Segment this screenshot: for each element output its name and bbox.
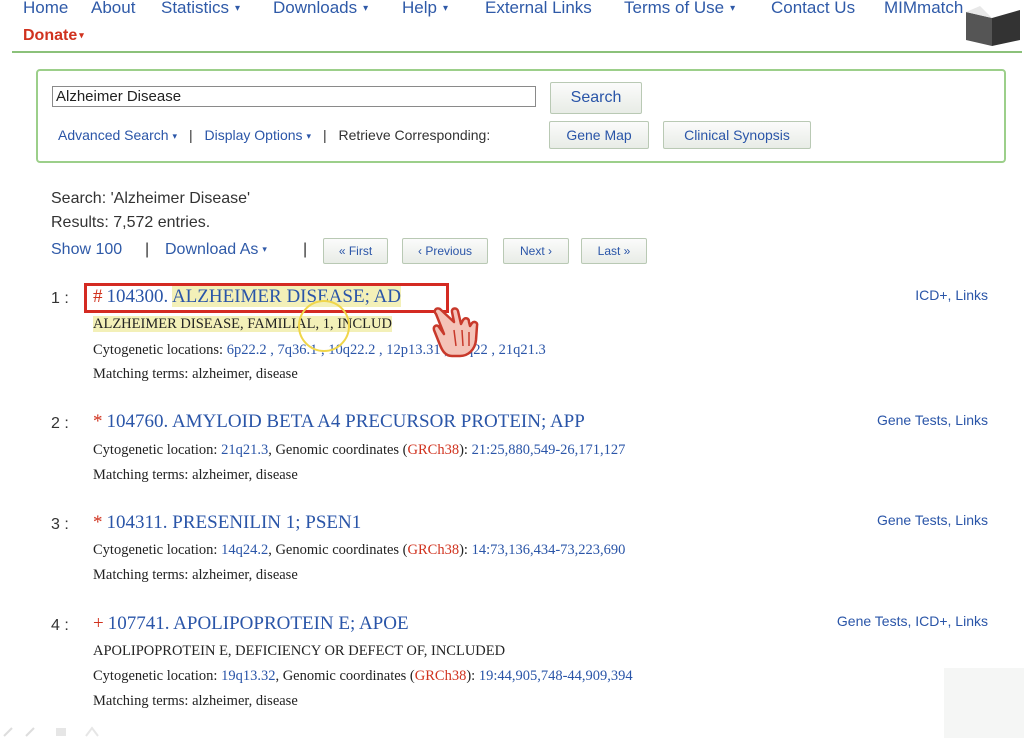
chevron-down-icon: ▾ — [235, 3, 241, 14]
download-as-link[interactable]: Download As ▾ — [165, 241, 267, 259]
cytogenetic-line: Cytogenetic location: 21q21.3, Genomic c… — [93, 442, 626, 458]
result-number: 4 : — [51, 617, 69, 634]
coordinates-link[interactable]: 21:25,880,549-26,171,127 — [472, 442, 626, 458]
entry-symbol: * — [93, 411, 103, 432]
chevron-down-icon: ▾ — [262, 244, 267, 254]
mim-number: 104760. — [106, 411, 169, 432]
coordinates-link[interactable]: 14:73,136,434-73,223,690 — [472, 542, 626, 558]
cyto-location-links[interactable]: 6p22.2 , 7q36.1 , 10q22.2 , 12p13.31 , 1… — [227, 342, 546, 358]
previous-page-button[interactable]: ‹ Previous — [402, 238, 488, 264]
cyto-label: Cytogenetic locations: — [93, 342, 224, 358]
entry-symbol: + — [93, 613, 104, 634]
separator: | — [303, 241, 308, 258]
assembly-link[interactable]: GRCh38 — [408, 542, 460, 558]
nav-home[interactable]: Home — [23, 0, 68, 18]
mim-number: 107741. — [107, 613, 170, 634]
coordinates-link[interactable]: 19:44,905,748-44,909,394 — [479, 668, 633, 684]
separator: | — [145, 241, 150, 258]
result-number: 2 : — [51, 415, 69, 432]
next-page-button[interactable]: Next › — [503, 238, 569, 264]
search-button[interactable]: Search — [550, 82, 642, 114]
toolbar-ghost-icons — [3, 726, 99, 737]
nav-statistics[interactable]: Statistics ▾ — [161, 0, 240, 18]
search-summary: Search: 'Alzheimer Disease' — [51, 190, 251, 207]
gene-tests-links[interactable]: Gene Tests, Links — [877, 512, 988, 528]
entry-name: AMYLOID BETA A4 PRECURSOR PROTEIN; APP — [171, 411, 585, 432]
retrieve-label: Retrieve Corresponding: — [338, 127, 491, 143]
cyto-location-link[interactable]: 19q13.32 — [221, 668, 275, 684]
icd-links[interactable]: ICD+, Links — [915, 287, 988, 303]
last-page-button[interactable]: Last » — [581, 238, 647, 264]
cytogenetic-line: Cytogenetic location: 19q13.32, Genomic … — [93, 668, 633, 684]
result-number: 3 : — [51, 516, 69, 533]
nav-contact-us[interactable]: Contact Us — [771, 0, 855, 18]
nav-divider — [12, 51, 1022, 53]
cytogenetic-line: Cytogenetic location: 14q24.2, Genomic c… — [93, 542, 626, 558]
matching-terms: Matching terms: alzheimer, disease — [93, 693, 298, 709]
nav-about[interactable]: About — [91, 0, 135, 18]
hand-pointer-icon — [432, 307, 479, 358]
click-indicator-icon — [298, 300, 350, 352]
result-number: 1 : — [51, 290, 69, 307]
assembly-link[interactable]: GRCh38 — [415, 668, 467, 684]
nav-downloads[interactable]: Downloads ▾ — [273, 0, 368, 18]
display-options-link[interactable]: Display Options ▾ — [204, 127, 311, 143]
separator: | — [188, 127, 193, 143]
chevron-down-icon: ▾ — [363, 3, 369, 14]
alt-names: APOLIPOPROTEIN E, DEFICIENCY OR DEFECT O… — [93, 643, 506, 659]
assembly-link[interactable]: GRCh38 — [408, 442, 460, 458]
chevron-down-icon: ▾ — [79, 30, 84, 40]
nav-terms-of-use[interactable]: Terms of Use ▾ — [624, 0, 735, 18]
book-icon — [966, 6, 1020, 46]
gene-tests-links[interactable]: Gene Tests, Links — [877, 412, 988, 428]
results-toolbar: Show 100 | Download As ▾ | « First ‹ Prev… — [51, 238, 751, 266]
entry-symbol: * — [93, 512, 103, 533]
mim-number: 104311. — [106, 512, 168, 533]
search-options-row: Advanced Search ▾ | Display Options ▾ | Re… — [58, 127, 490, 143]
matching-terms: Matching terms: alzheimer, disease — [93, 366, 298, 382]
entry-name: APOLIPOPROTEIN E; APOE — [173, 613, 409, 634]
result-title-link[interactable]: * 104311. PRESENILIN 1; PSEN1 — [93, 512, 361, 534]
top-nav: Home About Statistics ▾ Downloads ▾ Help ▾ … — [0, 0, 1024, 52]
nav-mimmatch[interactable]: MIMmatch — [884, 0, 963, 18]
separator: | — [322, 127, 327, 143]
gene-tests-links[interactable]: Gene Tests, ICD+, Links — [837, 613, 988, 629]
search-input[interactable] — [52, 86, 536, 107]
matching-terms: Matching terms: alzheimer, disease — [93, 467, 298, 483]
annotation-highlight-box — [84, 283, 449, 313]
chevron-down-icon: ▾ — [172, 131, 178, 141]
cyto-location-link[interactable]: 14q24.2 — [221, 542, 268, 558]
nav-external-links[interactable]: External Links — [485, 0, 592, 18]
chevron-down-icon: ▾ — [306, 131, 312, 141]
clinical-synopsis-button[interactable]: Clinical Synopsis — [663, 121, 811, 149]
gene-map-button[interactable]: Gene Map — [549, 121, 649, 149]
chevron-down-icon: ▾ — [442, 3, 448, 14]
donate-menu[interactable]: Donate ▾ — [23, 27, 84, 45]
result-title-link[interactable]: +107741. APOLIPOPROTEIN E; APOE — [93, 613, 409, 635]
chevron-down-icon: ▾ — [730, 3, 736, 14]
result-title-link[interactable]: * 104760. AMYLOID BETA A4 PRECURSOR PROTE… — [93, 411, 585, 433]
first-page-button[interactable]: « First — [323, 238, 388, 264]
video-overlay-corner — [944, 668, 1024, 738]
nav-help[interactable]: Help ▾ — [402, 0, 448, 18]
advanced-search-link[interactable]: Advanced Search ▾ — [58, 127, 177, 143]
entry-name: PRESENILIN 1; PSEN1 — [172, 512, 362, 533]
search-panel: Search Advanced Search▾ | Display Option… — [36, 69, 1006, 163]
results-count: Results: 7,572 entries. — [51, 214, 211, 231]
matching-terms: Matching terms: alzheimer, disease — [93, 567, 298, 583]
show-100-link[interactable]: Show 100 — [51, 241, 122, 259]
cyto-location-link[interactable]: 21q21.3 — [221, 442, 268, 458]
